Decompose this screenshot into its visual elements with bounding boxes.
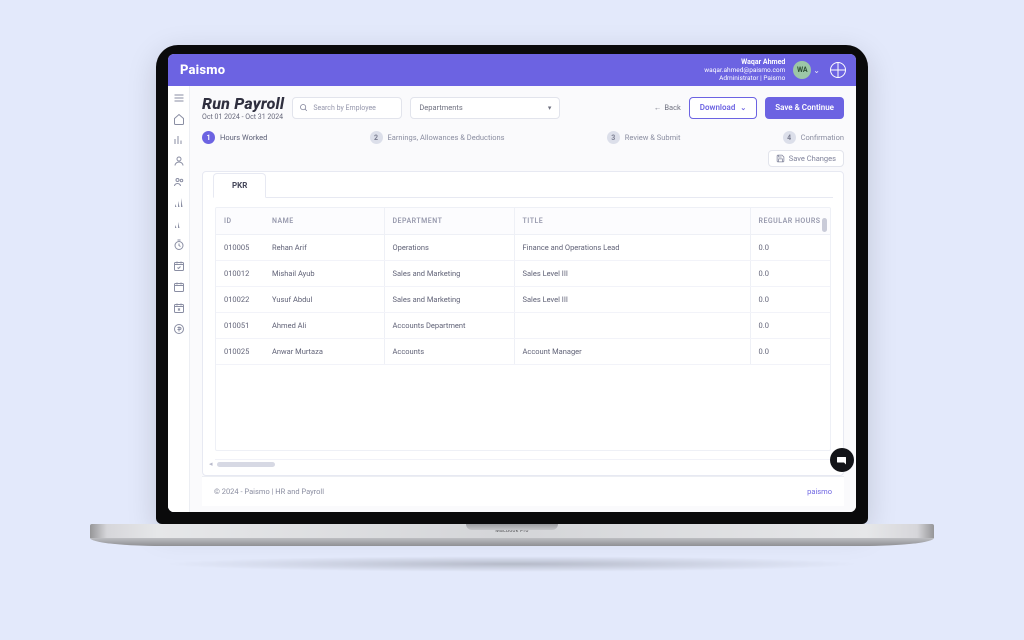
cell-title: Finance and Operations Lead — [514, 235, 750, 261]
globe-icon[interactable] — [830, 62, 846, 78]
horizontal-scrollbar[interactable]: ◂ ▸ — [215, 459, 831, 467]
col-hours[interactable]: REGULAR HOURS — [750, 208, 830, 235]
col-title[interactable]: TITLE — [514, 208, 750, 235]
step-confirmation[interactable]: 4Confirmation — [783, 131, 844, 144]
cell-id: 010022 — [216, 287, 264, 313]
save-changes-button[interactable]: Save Changes — [768, 150, 844, 167]
cell-department: Operations — [384, 235, 514, 261]
payroll-card: PKR ID NAME DEPARTMENT TITLE — [202, 171, 844, 476]
search-placeholder: Search by Employee — [313, 104, 376, 112]
currency-icon[interactable] — [173, 323, 185, 335]
cell-title: Account Manager — [514, 339, 750, 365]
cell-name: Rehan Arif — [264, 235, 384, 261]
user-role: Administrator | Paismo — [704, 74, 785, 82]
save-icon — [776, 154, 785, 163]
user-name: Waqar Ahmed — [704, 58, 785, 67]
cell-department: Accounts — [384, 339, 514, 365]
chevron-down-icon: ▾ — [548, 104, 552, 112]
footer: © 2024 - Paismo | HR and Payroll paismo — [202, 476, 844, 506]
cell-id: 010025 — [216, 339, 264, 365]
user-info[interactable]: Waqar Ahmed waqar.ahmed@paismo.com Admin… — [704, 58, 785, 83]
home-icon[interactable] — [173, 113, 185, 125]
cell-name: Mishail Ayub — [264, 261, 384, 287]
tab-currency[interactable]: PKR — [213, 173, 266, 198]
cell-hours: 0.0 — [750, 261, 830, 287]
cell-title: Sales Level III — [514, 287, 750, 313]
timer-icon[interactable] — [173, 239, 185, 251]
table-row[interactable]: 010022Yusuf AbdulSales and MarketingSale… — [216, 287, 830, 313]
footer-link[interactable]: paismo — [807, 487, 832, 496]
footer-copyright: © 2024 - Paismo | HR and Payroll — [214, 487, 324, 496]
team-icon[interactable] — [173, 176, 185, 188]
menu-collapse-icon[interactable] — [173, 92, 185, 104]
departments-select[interactable]: Departments ▾ — [410, 97, 560, 119]
avatar[interactable]: WA — [793, 61, 811, 79]
cell-id: 010005 — [216, 235, 264, 261]
table-row[interactable]: 010025Anwar MurtazaAccountsAccount Manag… — [216, 339, 830, 365]
departments-label: Departments — [419, 103, 462, 112]
app-topbar: Paismo Waqar Ahmed waqar.ahmed@paismo.co… — [168, 54, 856, 86]
search-icon — [299, 103, 308, 112]
cell-hours: 0.0 — [750, 313, 830, 339]
user-email: waqar.ahmed@paismo.com — [704, 66, 785, 74]
cell-title: Sales Level III — [514, 261, 750, 287]
payroll-table[interactable]: ID NAME DEPARTMENT TITLE REGULAR HOURS 0… — [215, 207, 831, 451]
col-id[interactable]: ID — [216, 208, 264, 235]
chat-widget[interactable] — [830, 448, 854, 472]
page-title: Run Payroll — [202, 94, 284, 113]
signal-icon[interactable] — [173, 197, 185, 209]
cell-hours: 0.0 — [750, 287, 830, 313]
cell-department: Sales and Marketing — [384, 287, 514, 313]
user-icon[interactable] — [173, 155, 185, 167]
col-name[interactable]: NAME — [264, 208, 384, 235]
download-button[interactable]: Download ⌄ — [689, 97, 757, 119]
table-row[interactable]: 010051Ahmed AliAccounts Department 0.0 — [216, 313, 830, 339]
search-input[interactable]: Search by Employee — [292, 97, 402, 119]
cell-name: Anwar Murtaza — [264, 339, 384, 365]
cell-name: Yusuf Abdul — [264, 287, 384, 313]
arrow-left-icon: ← — [654, 103, 662, 112]
cell-hours: 0.0 — [750, 235, 830, 261]
scroll-left-icon[interactable]: ◂ — [209, 460, 213, 468]
brand-logo: Paismo — [180, 63, 225, 78]
step-earnings[interactable]: 2Earnings, Allowances & Deductions — [370, 131, 505, 144]
cell-hours: 0.0 — [750, 339, 830, 365]
cell-id: 010051 — [216, 313, 264, 339]
col-department[interactable]: DEPARTMENT — [384, 208, 514, 235]
cell-department: Accounts Department — [384, 313, 514, 339]
chevron-down-icon[interactable]: ⌄ — [813, 66, 820, 75]
sidebar — [168, 86, 190, 512]
cell-title — [514, 313, 750, 339]
step-hours-worked[interactable]: 1Hours Worked — [202, 131, 267, 144]
signal-alt-icon[interactable] — [173, 218, 185, 230]
cell-department: Sales and Marketing — [384, 261, 514, 287]
date-range: Oct 01 2024 - Oct 31 2024 — [202, 113, 284, 121]
table-row[interactable]: 010005Rehan ArifOperationsFinance and Op… — [216, 235, 830, 261]
chat-icon — [836, 454, 848, 466]
calendar-icon[interactable] — [173, 281, 185, 293]
cell-id: 010012 — [216, 261, 264, 287]
chevron-down-icon: ⌄ — [740, 104, 746, 112]
cell-name: Ahmed Ali — [264, 313, 384, 339]
stepper: 1Hours Worked 2Earnings, Allowances & De… — [202, 131, 844, 144]
scroll-thumb[interactable] — [217, 462, 275, 467]
save-continue-button[interactable]: Save & Continue — [765, 97, 844, 119]
back-button[interactable]: ← Back — [654, 103, 681, 112]
calendar-check-icon[interactable] — [173, 260, 185, 272]
step-review[interactable]: 3Review & Submit — [607, 131, 681, 144]
vertical-scrollbar[interactable] — [822, 218, 827, 232]
analytics-icon[interactable] — [173, 134, 185, 146]
calendar-x-icon[interactable] — [173, 302, 185, 314]
table-row[interactable]: 010012Mishail AyubSales and MarketingSal… — [216, 261, 830, 287]
